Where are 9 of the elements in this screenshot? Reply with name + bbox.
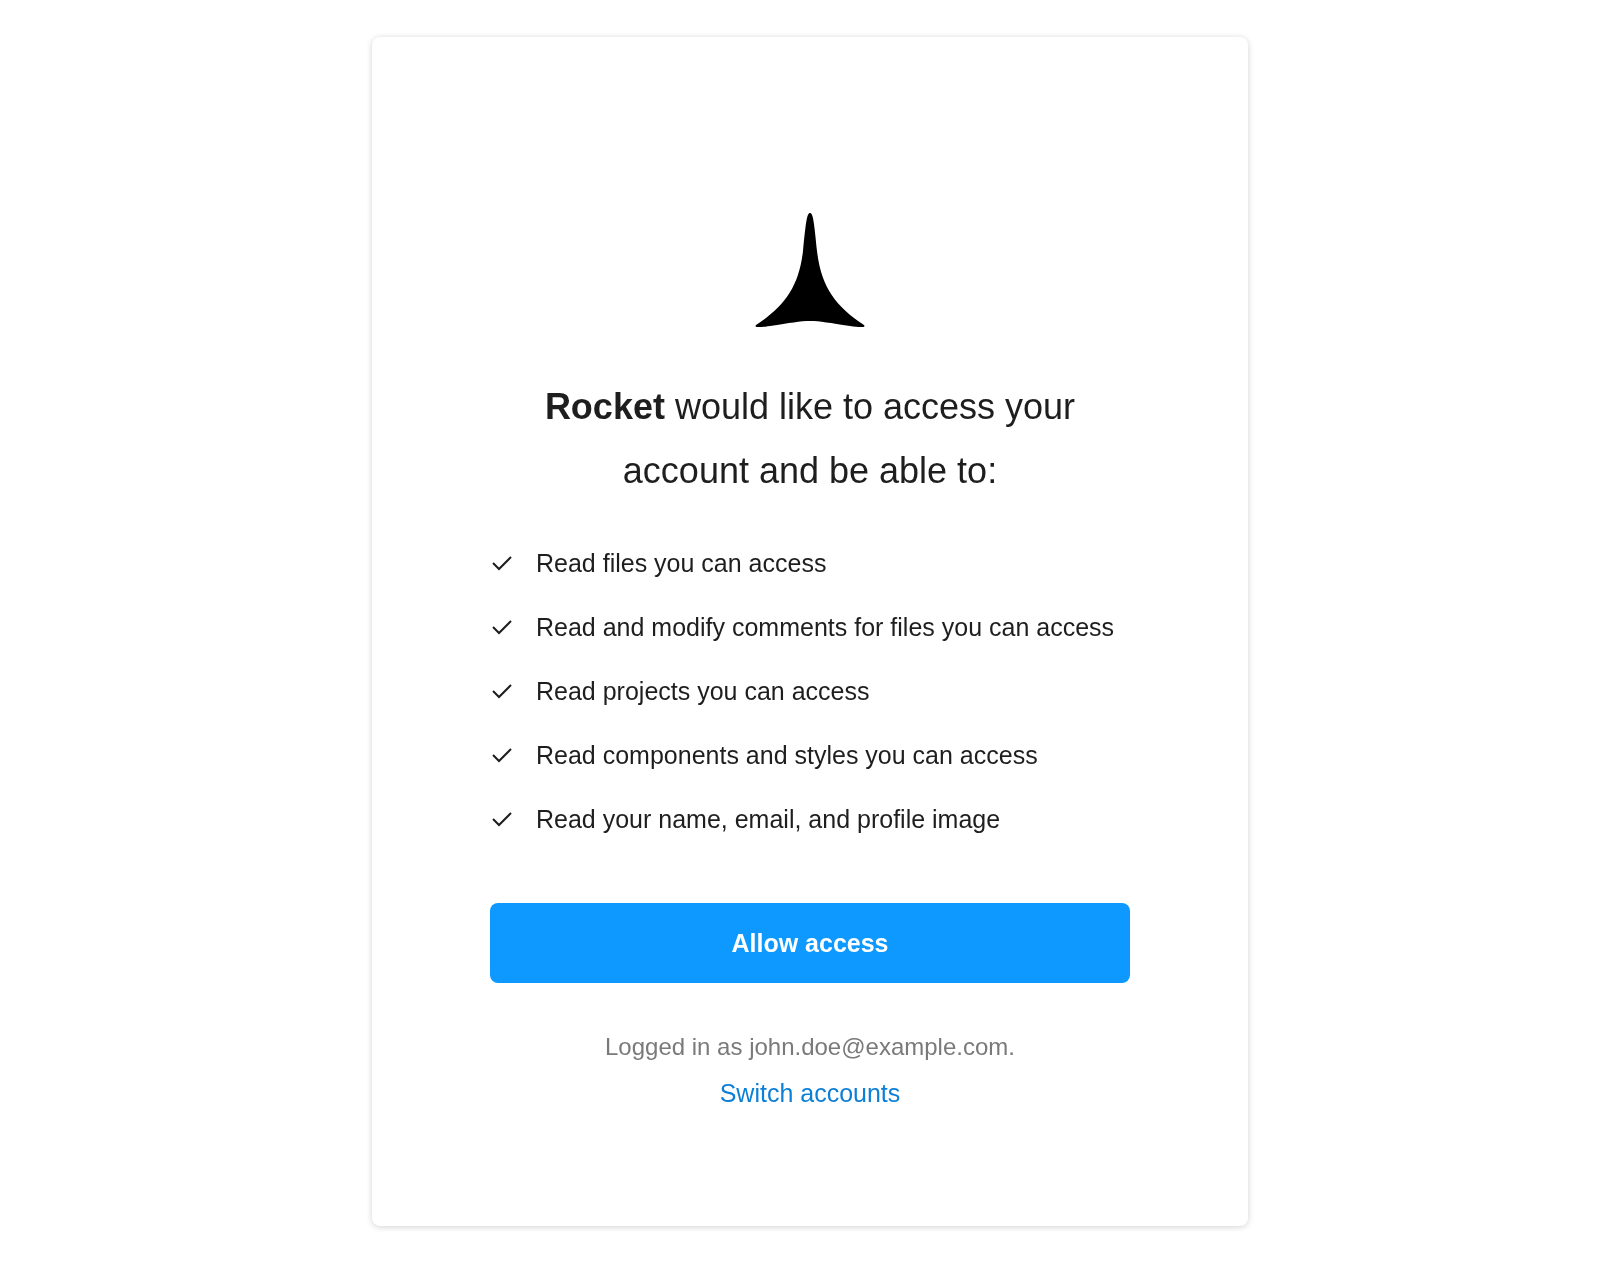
allow-access-button[interactable]: Allow access xyxy=(490,903,1130,983)
consent-heading: Rocket would like to access your account and be able to: xyxy=(543,385,1077,493)
permission-text: Read projects you can access xyxy=(536,676,870,707)
permission-text: Read components and styles you can access xyxy=(536,740,1038,771)
permission-text: Read your name, email, and profile image xyxy=(536,804,1001,835)
logged-in-text: Logged in as john.doe@example.com. xyxy=(605,1033,1015,1061)
permission-text: Read and modify comments for files you can access xyxy=(536,612,1115,643)
switch-accounts-link[interactable]: Switch accounts xyxy=(719,1079,901,1108)
permission-text: Read files you can access xyxy=(536,548,827,579)
